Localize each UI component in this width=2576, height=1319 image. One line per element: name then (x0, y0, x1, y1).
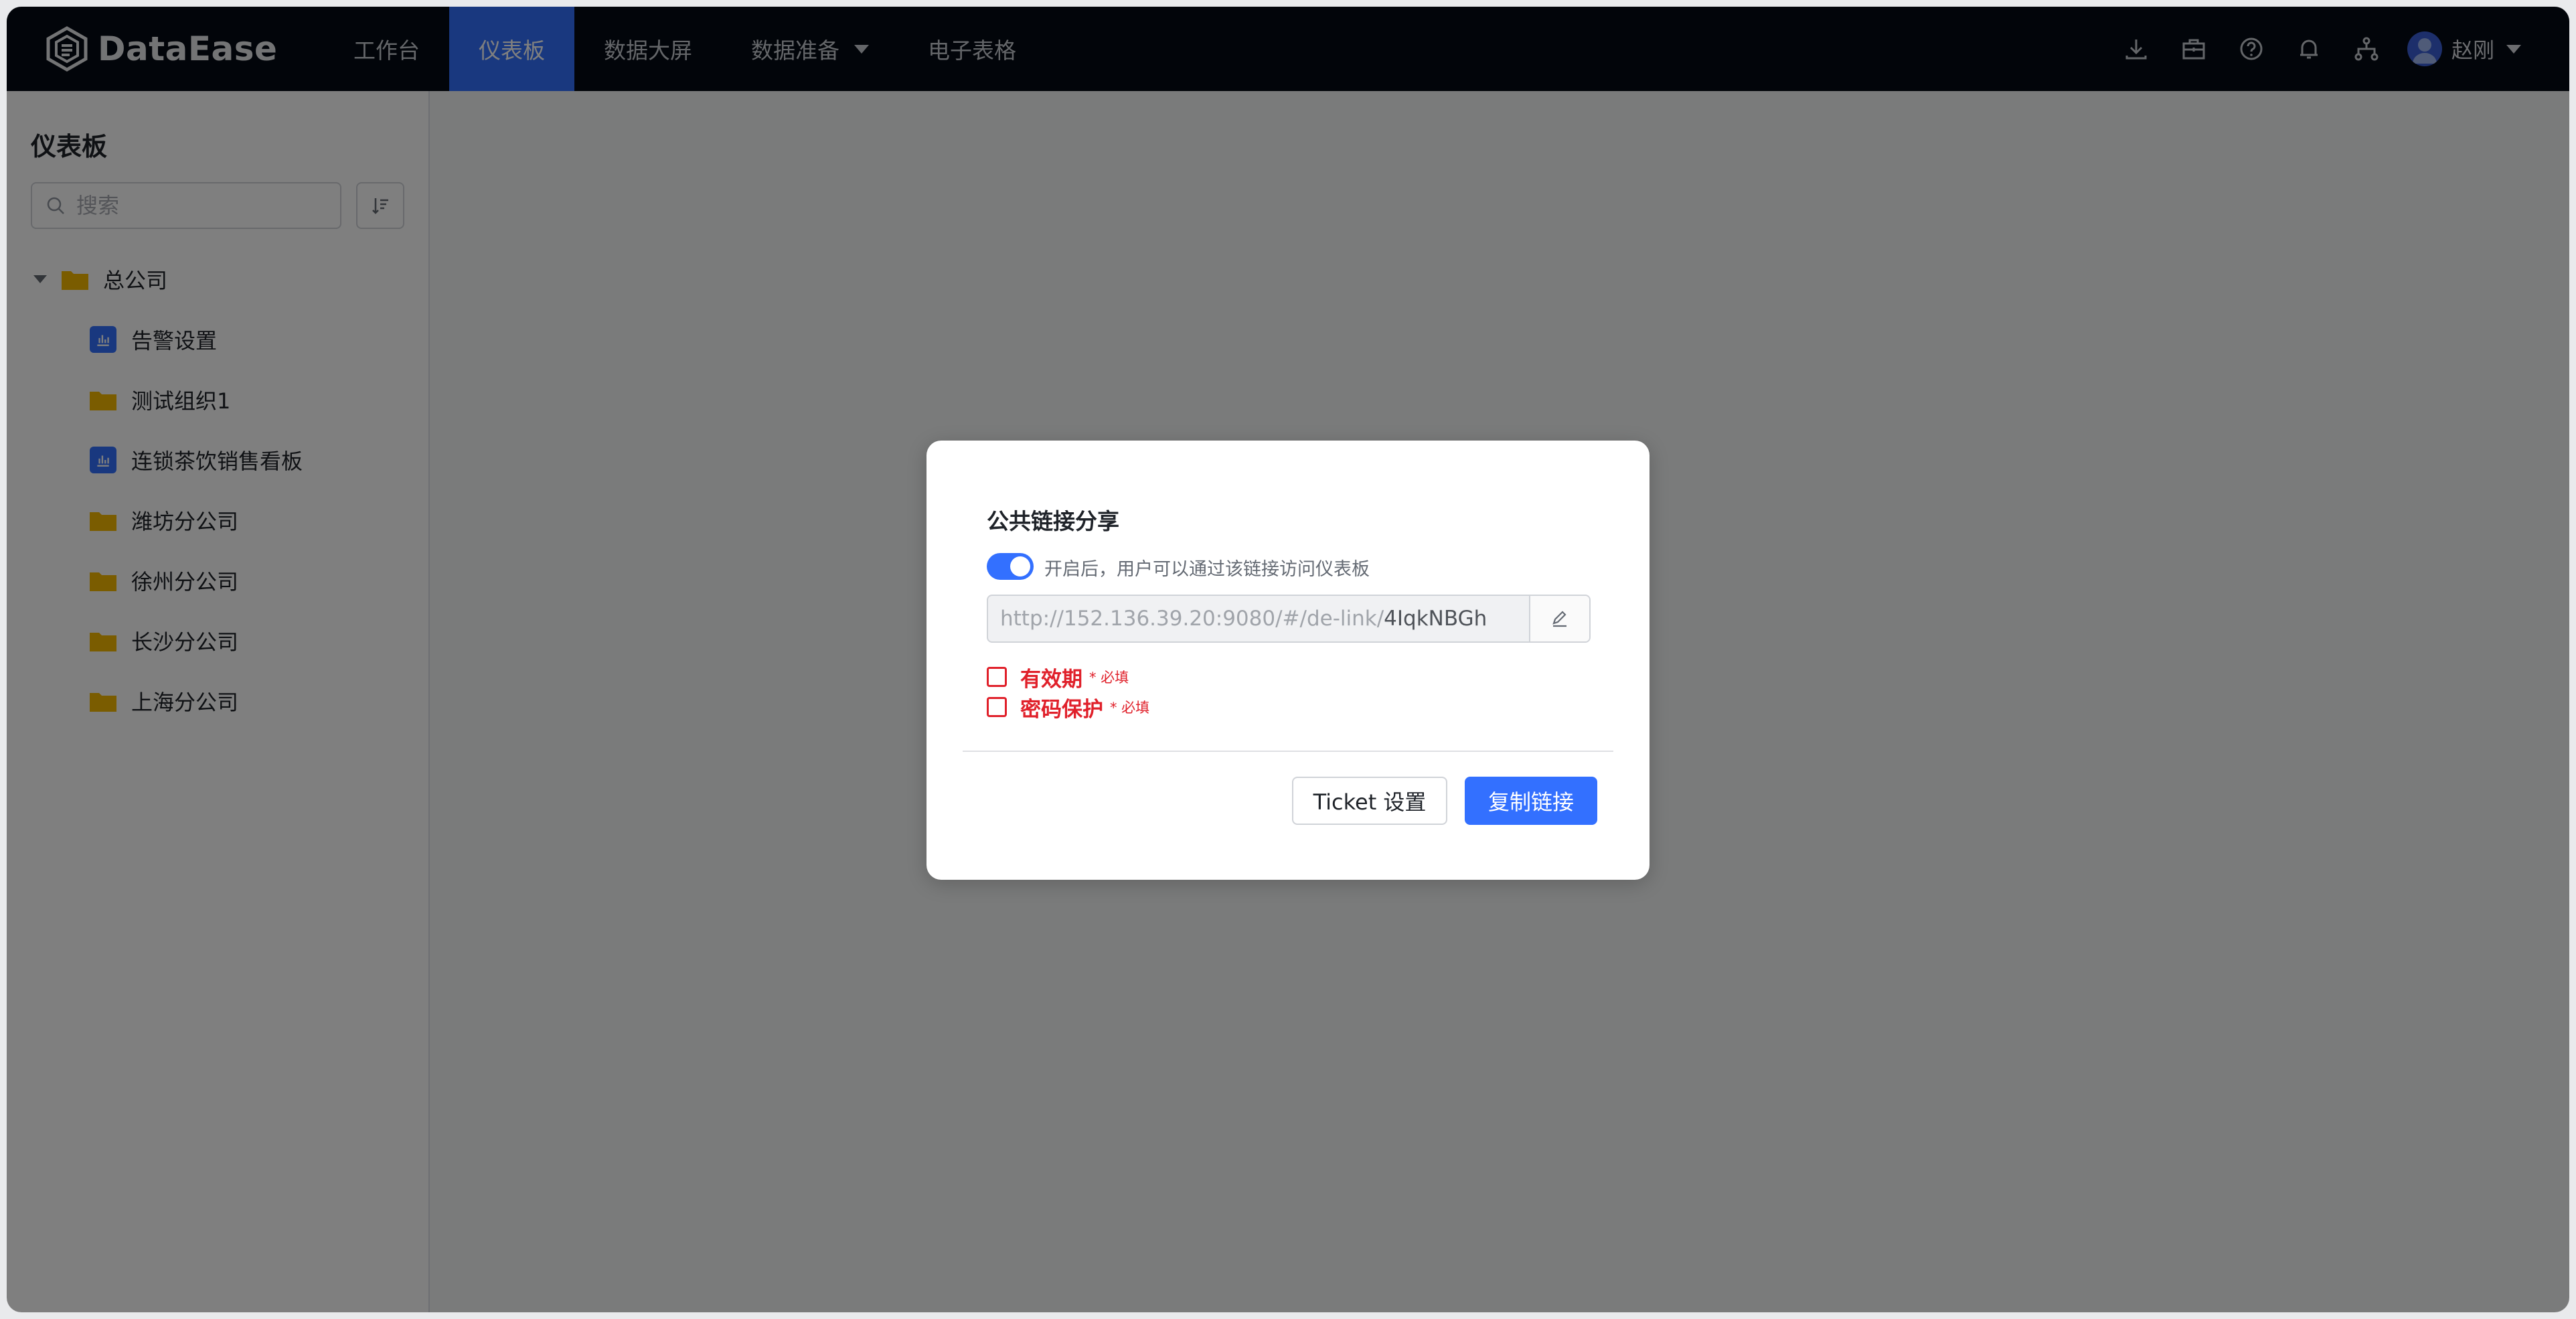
required-mark: * 必填 (1110, 700, 1150, 716)
password-checkbox[interactable] (987, 697, 1007, 717)
edit-icon (1552, 611, 1566, 627)
dialog-divider (963, 751, 1613, 752)
share-link-text[interactable]: http://152.136.39.20:9080/#/de-link/4Iqk… (988, 607, 1529, 631)
password-option[interactable]: 密码保护 * 必填 (987, 693, 1150, 722)
expiry-option[interactable]: 有效期 * 必填 (987, 663, 1129, 692)
ticket-settings-button[interactable]: Ticket 设置 (1292, 777, 1447, 825)
public-link-toggle[interactable] (987, 553, 1034, 580)
expiry-checkbox[interactable] (987, 667, 1007, 687)
edit-link-button[interactable] (1529, 596, 1589, 641)
copy-link-button[interactable]: 复制链接 (1465, 777, 1597, 825)
dialog-title: 公共链接分享 (987, 508, 1119, 534)
toggle-hint: 开启后，用户可以通过该链接访问仪表板 (1044, 559, 1370, 580)
share-dialog: 公共链接分享 开启后，用户可以通过该链接访问仪表板 http://152.136… (927, 441, 1649, 880)
required-mark: * 必填 (1089, 670, 1129, 686)
expiry-label: 有效期 (1020, 667, 1082, 692)
app-window: DataEase 工作台 仪表板 数据大屏 数据准备 电子表格 (7, 7, 2569, 1312)
password-label: 密码保护 (1020, 697, 1103, 722)
link-prefix: http://152.136.39.20:9080/#/de-link/ (1000, 607, 1384, 631)
share-link-field: http://152.136.39.20:9080/#/de-link/4Iqk… (987, 595, 1591, 643)
link-token: 4IqkNBGh (1384, 607, 1487, 631)
toggle-knob (1010, 556, 1030, 576)
